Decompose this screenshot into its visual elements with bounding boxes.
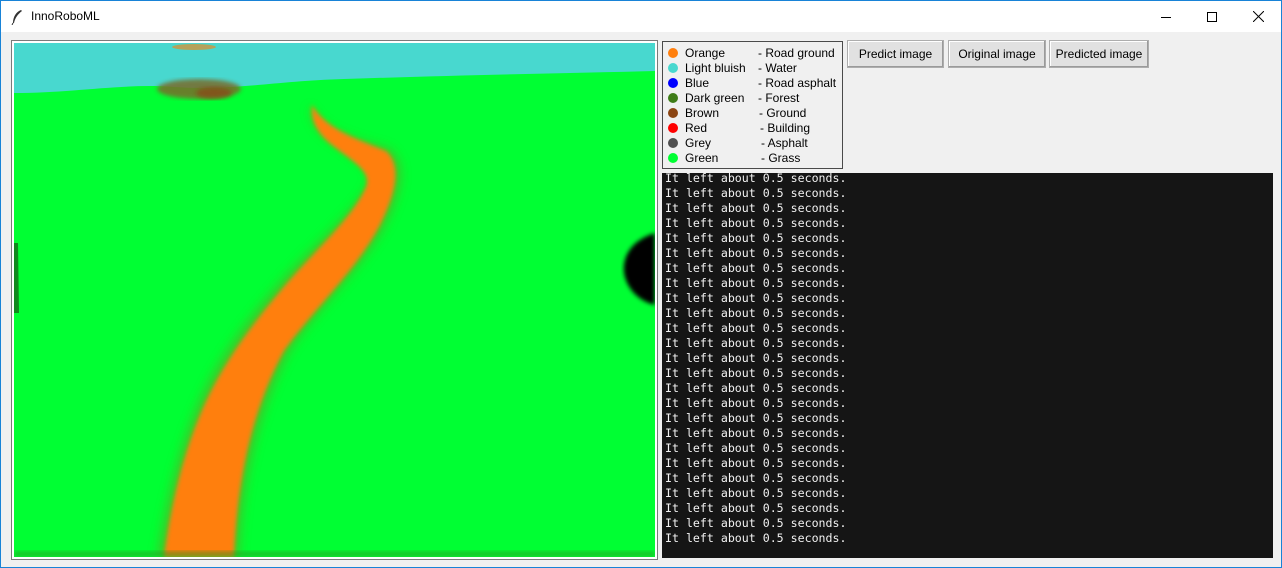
legend-item: Red - Building — [663, 121, 842, 136]
legend-item: Orange - Road ground — [663, 46, 842, 61]
legend-item: Grey - Asphalt — [663, 136, 842, 151]
minimize-icon — [1161, 16, 1171, 18]
legend-color-dot — [668, 123, 678, 133]
legend-color-name: Red — [685, 121, 708, 135]
legend-class-name: - Water — [758, 61, 797, 75]
console-line: It left about 0.5 seconds. — [665, 486, 847, 500]
console-line: It left about 0.5 seconds. — [665, 321, 847, 335]
road-ground-dash — [172, 44, 216, 50]
legend-color-name: Dark green — [685, 91, 745, 105]
legend-color-name: Blue — [685, 76, 710, 90]
console-line: It left about 0.5 seconds. — [665, 501, 847, 515]
minimize-button[interactable] — [1143, 1, 1189, 32]
legend-color-name: Orange — [685, 46, 726, 60]
legend-item: Light bluish - Water — [663, 61, 842, 76]
window-title: InnoRoboML — [31, 9, 100, 23]
console-line: It left about 0.5 seconds. — [665, 366, 847, 380]
ground-region-2 — [196, 87, 232, 99]
console-line: It left about 0.5 seconds. — [665, 216, 847, 230]
console-line: It left about 0.5 seconds. — [665, 411, 847, 425]
console-text: It left about 0.5 seconds. It left about … — [665, 173, 846, 546]
legend-color-dot — [668, 78, 678, 88]
console-line: It left about 0.5 seconds. — [665, 336, 847, 350]
legend-class-name: - Building — [760, 121, 811, 135]
console-line: It left about 0.5 seconds. — [665, 291, 847, 305]
console-line: It left about 0.5 seconds. — [665, 186, 847, 200]
console-line: It left about 0.5 seconds. — [665, 471, 847, 485]
legend-color-dot — [668, 48, 678, 58]
console-line: It left about 0.5 seconds. — [665, 396, 847, 410]
console-line: It left about 0.5 seconds. — [665, 246, 847, 260]
console-line: It left about 0.5 seconds. — [665, 351, 847, 365]
legend-class-name: - Forest — [758, 91, 800, 105]
console-line: It left about 0.5 seconds. — [665, 441, 847, 455]
app-window: InnoRoboML Orange - Road ground Light bl… — [0, 0, 1282, 568]
console-line: It left about 0.5 seconds. — [665, 276, 847, 290]
legend-color-name: Brown — [685, 106, 720, 120]
console-line: It left about 0.5 seconds. — [665, 306, 847, 320]
title-bar[interactable]: InnoRoboML — [1, 1, 1281, 32]
legend-color-dot — [668, 108, 678, 118]
image-panel — [11, 40, 658, 560]
legend-class-name: - Grass — [761, 151, 801, 165]
legend-color-dot — [668, 138, 678, 148]
segmentation-map — [14, 43, 655, 557]
legend-color-dot — [668, 153, 678, 163]
legend-class-name: - Ground — [759, 106, 807, 120]
console-line: It left about 0.5 seconds. — [665, 173, 847, 185]
console-line: It left about 0.5 seconds. — [665, 456, 847, 470]
color-legend: Orange - Road ground Light bluish - Water Bl… — [662, 41, 843, 169]
legend-class-name: - Asphalt — [761, 136, 808, 150]
console-line: It left about 0.5 seconds. — [665, 531, 847, 545]
feather-icon — [11, 10, 22, 25]
legend-color-name: Grey — [685, 136, 712, 150]
console-line: It left about 0.5 seconds. — [665, 261, 847, 275]
bottom-edge — [14, 551, 655, 557]
legend-color-name: Light bluish — [685, 61, 746, 75]
console-line: It left about 0.5 seconds. — [665, 516, 847, 530]
predict-image-button[interactable]: Predict image — [847, 40, 944, 68]
console-output[interactable]: It left about 0.5 seconds. It left about … — [662, 173, 1273, 558]
legend-item: Green - Grass — [663, 151, 842, 166]
legend-item: Blue - Road asphalt — [663, 76, 842, 91]
close-button[interactable] — [1235, 1, 1281, 32]
legend-class-name: - Road asphalt — [758, 76, 837, 90]
legend-item: Dark green - Forest — [663, 91, 842, 106]
legend-class-name: - Road ground — [758, 46, 835, 60]
legend-color-dot — [668, 63, 678, 73]
close-icon — [1252, 11, 1264, 22]
console-line: It left about 0.5 seconds. — [665, 381, 847, 395]
console-line: It left about 0.5 seconds. — [665, 231, 847, 245]
legend-color-name: Green — [685, 151, 719, 165]
legend-color-dot — [668, 93, 678, 103]
maximize-icon — [1207, 11, 1217, 22]
predicted-segmentation-image — [14, 43, 655, 557]
original-image-button[interactable]: Original image — [948, 40, 1046, 68]
console-line: It left about 0.5 seconds. — [665, 201, 847, 215]
predicted-image-button[interactable]: Predicted image — [1049, 40, 1149, 68]
legend-item: Brown - Ground — [663, 106, 842, 121]
console-line: It left about 0.5 seconds. — [665, 426, 847, 440]
grass-region — [14, 43, 655, 557]
maximize-button[interactable] — [1189, 1, 1235, 32]
